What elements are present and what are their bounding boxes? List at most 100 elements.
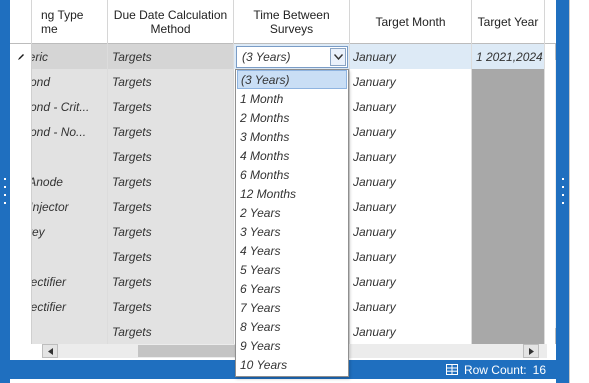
cell-due-date-method[interactable]: Targets bbox=[108, 269, 234, 294]
horizontal-scroll-thumb[interactable] bbox=[138, 345, 246, 357]
dropdown-option[interactable]: 7 Years bbox=[236, 298, 348, 317]
cell-target-month[interactable]: January bbox=[350, 94, 472, 119]
dropdown-option[interactable]: 6 Years bbox=[236, 279, 348, 298]
cell-target-month[interactable]: January bbox=[350, 244, 472, 269]
column-header-time-between-surveys[interactable]: Time Between Surveys bbox=[234, 0, 350, 44]
row-indicator[interactable] bbox=[10, 269, 32, 294]
cell-due-date-method[interactable]: Targets bbox=[108, 144, 234, 169]
dropdown-option[interactable]: 8 Years bbox=[236, 317, 348, 336]
row-indicator[interactable] bbox=[10, 294, 32, 319]
cell-target-year[interactable] bbox=[472, 94, 545, 119]
cell-type-name[interactable] bbox=[32, 319, 108, 344]
dropdown-option[interactable]: 2 Months bbox=[236, 108, 348, 127]
cell-due-date-method[interactable]: Targets bbox=[108, 244, 234, 269]
cell-type-name[interactable]: Rectifier bbox=[32, 269, 108, 294]
time-between-surveys-dropdown: (3 Years) 1 Month 2 Months 3 Months 4 Months… bbox=[235, 69, 349, 377]
dropdown-option[interactable]: 12 Months bbox=[236, 184, 348, 203]
scroll-right-button[interactable] bbox=[523, 344, 539, 358]
cell-target-year[interactable] bbox=[472, 69, 545, 94]
cell-target-year[interactable] bbox=[472, 119, 545, 144]
cell-due-date-method[interactable]: Targets bbox=[108, 69, 234, 94]
row-indicator[interactable] bbox=[10, 319, 32, 344]
cell-target-year[interactable] bbox=[472, 294, 545, 319]
scroll-left-button[interactable] bbox=[42, 344, 58, 358]
row-indicator[interactable] bbox=[10, 169, 32, 194]
time-between-surveys-combo[interactable]: (3 Years) bbox=[236, 46, 348, 68]
column-header-due-date-method[interactable]: Due Date Calculation Method bbox=[108, 0, 234, 44]
cell-target-month[interactable]: January bbox=[350, 169, 472, 194]
row-indicator[interactable] bbox=[10, 69, 32, 94]
cell-text: r Injector bbox=[32, 199, 69, 214]
column-header-target-month[interactable]: Target Month bbox=[350, 0, 472, 44]
header-text: me bbox=[41, 22, 58, 36]
arrow-left-icon bbox=[47, 347, 53, 355]
cell-text: t Anode bbox=[32, 174, 63, 189]
cell-target-month[interactable]: January bbox=[350, 119, 472, 144]
cell-due-date-method[interactable]: Targets bbox=[108, 169, 234, 194]
cell-target-year[interactable] bbox=[472, 144, 545, 169]
cell-target-month[interactable]: January bbox=[350, 269, 472, 294]
cell-due-date-method[interactable]: Targets bbox=[108, 94, 234, 119]
combo-dropdown-button[interactable] bbox=[330, 48, 346, 66]
cell-type-name[interactable] bbox=[32, 144, 108, 169]
cell-type-name[interactable]: t Anode bbox=[32, 169, 108, 194]
cell-type-name[interactable]: neric bbox=[32, 44, 108, 69]
table-icon bbox=[445, 364, 458, 375]
cell-target-month[interactable]: January bbox=[350, 319, 472, 344]
adjacent-pane bbox=[569, 0, 589, 383]
cell-target-year[interactable] bbox=[472, 269, 545, 294]
cell-target-year[interactable]: 1 2021,2024 bbox=[472, 44, 545, 69]
cell-due-date-method[interactable]: Targets bbox=[108, 294, 234, 319]
dropdown-option[interactable]: 4 Years bbox=[236, 241, 348, 260]
row-indicator[interactable] bbox=[10, 219, 32, 244]
cell-type-name[interactable]: Bond - Crit... bbox=[32, 94, 108, 119]
column-header-target-year[interactable]: Target Year bbox=[472, 0, 545, 44]
row-indicator[interactable] bbox=[10, 119, 32, 144]
row-indicator[interactable] bbox=[10, 94, 32, 119]
cell-target-month[interactable]: January bbox=[350, 194, 472, 219]
row-indicator[interactable] bbox=[10, 244, 32, 269]
dropdown-option[interactable]: 4 Months bbox=[236, 146, 348, 165]
cell-type-name[interactable]: Bond bbox=[32, 69, 108, 94]
row-indicator[interactable] bbox=[10, 144, 32, 169]
row-indicator[interactable] bbox=[10, 194, 32, 219]
dropdown-option[interactable]: 2 Years bbox=[236, 203, 348, 222]
cell-type-name[interactable]: te bbox=[32, 244, 108, 269]
cell-due-date-method[interactable]: Targets bbox=[108, 219, 234, 244]
cell-target-year[interactable] bbox=[472, 169, 545, 194]
cell-text: Bond - Crit... bbox=[32, 99, 90, 114]
dropdown-option[interactable]: 6 Months bbox=[236, 165, 348, 184]
cell-target-year[interactable] bbox=[472, 219, 545, 244]
cell-target-month[interactable]: January bbox=[350, 219, 472, 244]
header-text: Target Year bbox=[477, 15, 539, 29]
cell-due-date-method[interactable]: Targets bbox=[108, 319, 234, 344]
dropdown-option[interactable]: 1 Month bbox=[236, 89, 348, 108]
row-count-value: 16 bbox=[532, 362, 546, 377]
combo-value: (3 Years) bbox=[242, 50, 291, 64]
row-indicator[interactable] bbox=[10, 44, 32, 69]
column-header-type-name[interactable]: ng Type me bbox=[32, 0, 108, 44]
dropdown-option[interactable]: 5 Years bbox=[236, 260, 348, 279]
dropdown-option[interactable]: (3 Years) bbox=[237, 70, 347, 89]
cell-text: Rectifier bbox=[32, 299, 67, 314]
cell-target-year[interactable] bbox=[472, 244, 545, 269]
grid-header: ng Type me Due Date Calculation Method Tim… bbox=[10, 0, 556, 44]
dropdown-option[interactable]: 3 Months bbox=[236, 127, 348, 146]
cell-type-name[interactable]: rvey bbox=[32, 219, 108, 244]
dropdown-option[interactable]: 3 Years bbox=[236, 222, 348, 241]
cell-target-month[interactable]: January bbox=[350, 144, 472, 169]
dropdown-option[interactable]: 10 Years bbox=[236, 355, 348, 374]
dropdown-option[interactable]: 9 Years bbox=[236, 336, 348, 355]
cell-due-date-method[interactable]: Targets bbox=[108, 44, 234, 69]
cell-target-month[interactable]: January bbox=[350, 44, 472, 69]
cell-target-month[interactable]: January bbox=[350, 294, 472, 319]
cell-type-name[interactable]: Rectifier bbox=[32, 294, 108, 319]
cell-target-month[interactable]: January bbox=[350, 69, 472, 94]
splitter-grip-icon bbox=[561, 178, 565, 204]
cell-type-name[interactable]: r Injector bbox=[32, 194, 108, 219]
cell-due-date-method[interactable]: Targets bbox=[108, 194, 234, 219]
cell-target-year[interactable] bbox=[472, 194, 545, 219]
cell-due-date-method[interactable]: Targets bbox=[108, 119, 234, 144]
cell-type-name[interactable]: Bond - No... bbox=[32, 119, 108, 144]
cell-target-year[interactable] bbox=[472, 319, 545, 344]
